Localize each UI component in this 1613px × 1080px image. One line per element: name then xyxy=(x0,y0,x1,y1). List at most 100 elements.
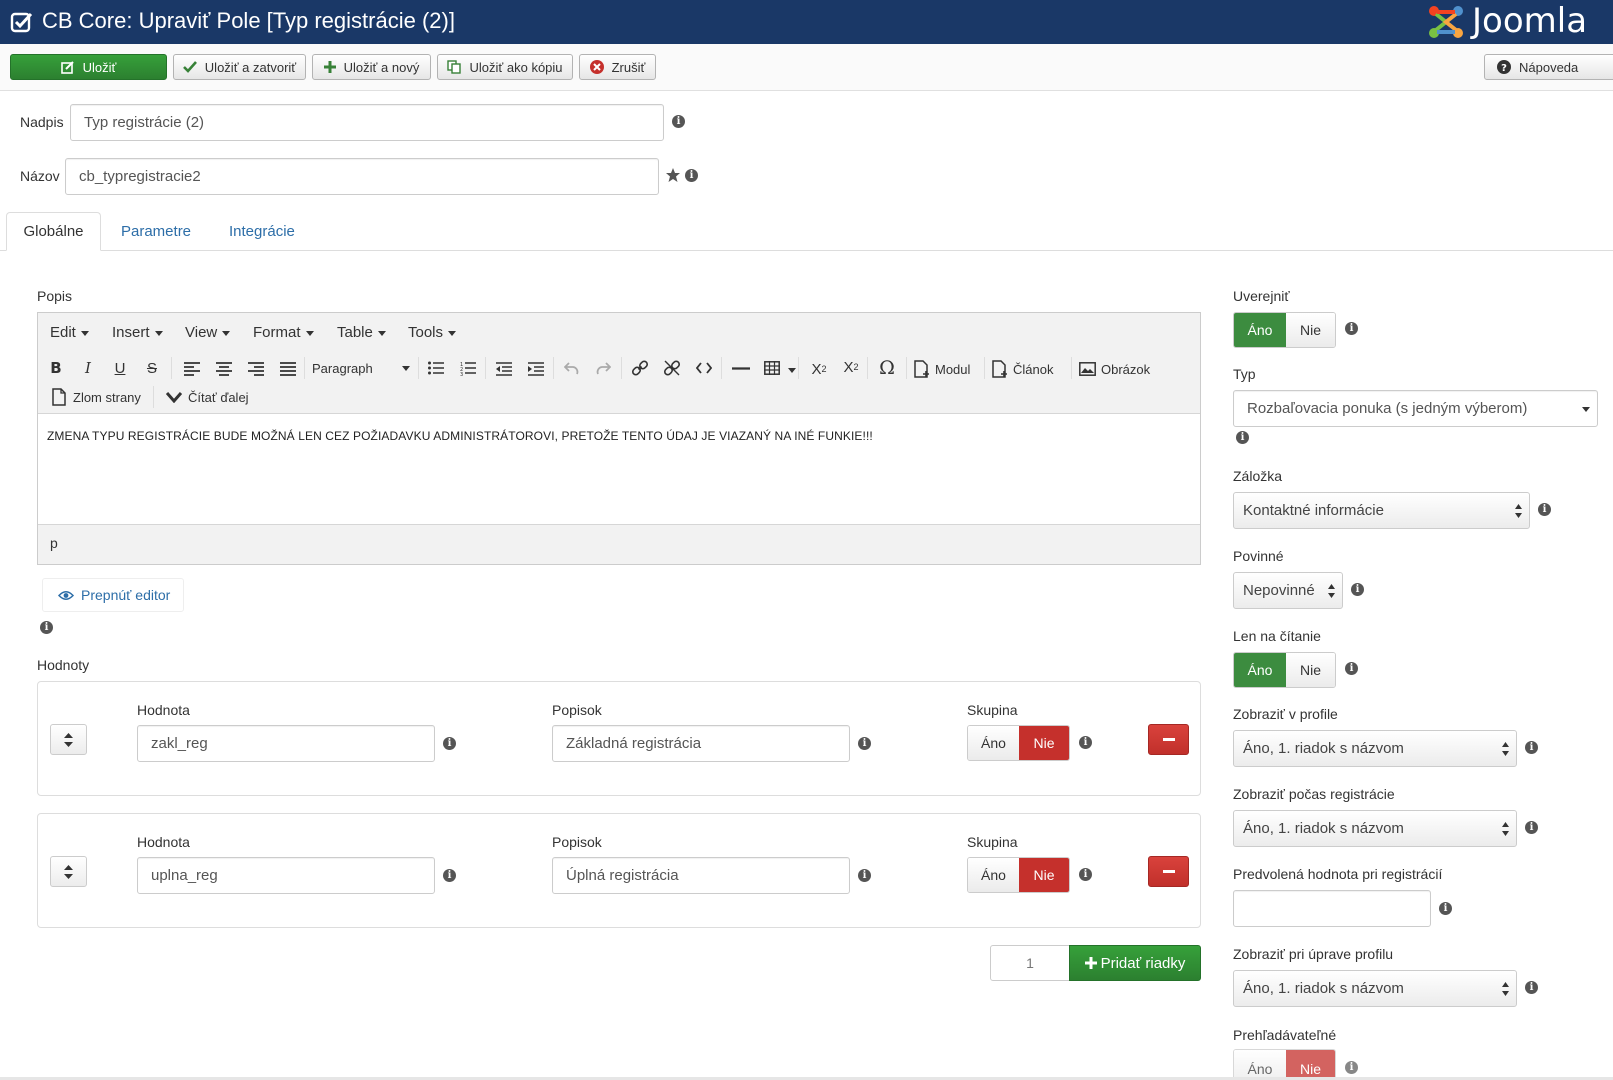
group-info-icon[interactable]: i xyxy=(1079,868,1092,881)
toolbar-separator xyxy=(418,357,419,379)
menu-view[interactable]: View xyxy=(185,324,231,341)
undo-icon[interactable] xyxy=(564,362,579,375)
searchable-yes-button[interactable]: Áno xyxy=(1234,1050,1286,1080)
readonly-yes-button[interactable]: Áno xyxy=(1234,653,1286,687)
menu-tools[interactable]: Tools xyxy=(408,324,457,341)
readonly-no-button[interactable]: Nie xyxy=(1285,653,1335,687)
name-input[interactable]: cb_typregistracie2 xyxy=(65,158,659,195)
required-info-icon[interactable]: i xyxy=(1351,583,1364,596)
insert-module-button[interactable]: Modul xyxy=(914,358,970,380)
cancel-button[interactable]: Zrušiť xyxy=(579,54,656,80)
searchable-info-icon[interactable]: i xyxy=(1345,1061,1358,1074)
show-edit-info-icon[interactable]: i xyxy=(1525,981,1538,994)
remove-row-button[interactable] xyxy=(1148,856,1189,887)
tab-integrations[interactable]: Integrácie xyxy=(229,212,295,251)
caption-info-icon[interactable]: i xyxy=(858,737,871,750)
toggle-editor-button[interactable]: Prepnúť editor xyxy=(42,578,184,612)
subscript-icon[interactable]: X2 xyxy=(808,358,830,380)
bold-icon[interactable]: B xyxy=(46,358,66,378)
table-icon[interactable] xyxy=(764,361,780,375)
group-info-icon[interactable]: i xyxy=(1079,736,1092,749)
name-info-icon[interactable]: i xyxy=(685,169,698,182)
publish-no-button[interactable]: Nie xyxy=(1285,313,1335,347)
special-character-icon[interactable]: Ω xyxy=(876,357,898,379)
horizontal-line-icon[interactable] xyxy=(732,367,750,370)
tab-info-icon[interactable]: i xyxy=(1538,503,1551,516)
tab-select[interactable]: Kontaktné informácie xyxy=(1233,492,1530,529)
editor-content-area[interactable]: ZMENA TYPU REGISTRÁCIE BUDE MOŽNÁ LEN CE… xyxy=(38,413,1200,525)
strikethrough-icon[interactable]: S xyxy=(142,358,162,378)
align-left-icon[interactable] xyxy=(184,362,200,376)
menu-insert[interactable]: Insert xyxy=(112,324,163,341)
add-rows-button[interactable]: Pridať riadky xyxy=(1069,945,1201,981)
show-profile-info-icon[interactable]: i xyxy=(1525,741,1538,754)
help-button[interactable]: ? Nápoveda xyxy=(1484,54,1613,80)
indent-icon[interactable] xyxy=(528,362,544,376)
redo-icon[interactable] xyxy=(596,362,611,375)
pagebreak-button[interactable]: Zlom strany xyxy=(52,387,141,407)
show-profile-select[interactable]: Áno, 1. riadok s názvom xyxy=(1233,730,1517,767)
link-icon[interactable] xyxy=(632,360,648,376)
underline-icon[interactable]: U xyxy=(110,358,130,378)
caption-info-icon[interactable]: i xyxy=(858,869,871,882)
editor-element-path: p xyxy=(50,535,58,551)
readonly-info-icon[interactable]: i xyxy=(1345,662,1358,675)
code-icon[interactable] xyxy=(696,362,712,374)
remove-row-button[interactable] xyxy=(1148,724,1189,755)
save-new-button[interactable]: Uložiť a nový xyxy=(312,54,431,80)
menu-edit[interactable]: Edit xyxy=(50,324,89,341)
description-info-icon[interactable]: i xyxy=(40,621,53,634)
title-input[interactable]: Typ registrácie (2) xyxy=(70,104,664,141)
insert-image-button[interactable]: Obrázok xyxy=(1079,358,1150,380)
tab-global[interactable]: Globálne xyxy=(6,212,101,251)
group-no-button[interactable]: Nie xyxy=(1018,726,1069,760)
align-center-icon[interactable] xyxy=(216,362,232,376)
align-right-icon[interactable] xyxy=(248,362,264,376)
plus-icon xyxy=(323,61,336,73)
align-justify-icon[interactable] xyxy=(280,362,296,376)
caption-input[interactable]: Základná registrácia xyxy=(552,725,850,762)
default-value-info-icon[interactable]: i xyxy=(1439,902,1452,915)
chevron-down-icon[interactable] xyxy=(788,368,796,373)
show-edit-select[interactable]: Áno, 1. riadok s názvom xyxy=(1233,970,1517,1007)
star-icon xyxy=(666,168,680,182)
paragraph-format-select[interactable]: Paragraph xyxy=(312,358,410,378)
default-value-input[interactable] xyxy=(1233,890,1431,927)
unlink-icon[interactable] xyxy=(664,360,680,376)
publish-yes-button[interactable]: Áno xyxy=(1234,313,1286,347)
value-info-icon[interactable]: i xyxy=(443,737,456,750)
value-input[interactable]: uplna_reg xyxy=(137,857,435,894)
numbered-list-icon[interactable]: 123 xyxy=(460,361,476,376)
value-input[interactable]: zakl_reg xyxy=(137,725,435,762)
italic-icon[interactable]: I xyxy=(78,358,98,378)
searchable-no-button[interactable]: Nie xyxy=(1285,1050,1335,1080)
type-select[interactable]: Rozbaľovacia ponuka (s jedným výberom) xyxy=(1233,390,1598,427)
insert-article-button[interactable]: Článok xyxy=(992,358,1053,380)
group-yes-button[interactable]: Áno xyxy=(968,858,1019,892)
chevron-down-icon xyxy=(402,366,410,371)
show-registration-info-icon[interactable]: i xyxy=(1525,821,1538,834)
drag-handle[interactable] xyxy=(50,724,87,755)
save-close-button[interactable]: Uložiť a zatvoriť xyxy=(173,54,306,80)
add-rows-count-input[interactable]: 1 xyxy=(990,945,1070,981)
type-info-icon[interactable]: i xyxy=(1236,431,1249,444)
title-info-icon[interactable]: i xyxy=(672,115,685,128)
menu-table[interactable]: Table xyxy=(337,324,386,341)
publish-info-icon[interactable]: i xyxy=(1345,322,1358,335)
bullet-list-icon[interactable] xyxy=(428,361,444,375)
group-yes-button[interactable]: Áno xyxy=(968,726,1019,760)
save-copy-button[interactable]: Uložiť ako kópiu xyxy=(437,54,573,80)
drag-handle[interactable] xyxy=(50,856,87,887)
toolbar-separator xyxy=(1071,357,1072,379)
value-info-icon[interactable]: i xyxy=(443,869,456,882)
show-registration-select[interactable]: Áno, 1. riadok s názvom xyxy=(1233,810,1517,847)
menu-format[interactable]: Format xyxy=(253,324,314,341)
save-button[interactable]: Uložiť xyxy=(10,54,167,80)
tab-parameters[interactable]: Parametre xyxy=(121,212,191,251)
group-no-button[interactable]: Nie xyxy=(1018,858,1069,892)
outdent-icon[interactable] xyxy=(496,362,512,376)
readmore-button[interactable]: Čítať ďalej xyxy=(166,387,249,407)
superscript-icon[interactable]: X2 xyxy=(840,356,862,378)
caption-input[interactable]: Úplná registrácia xyxy=(552,857,850,894)
required-select[interactable]: Nepovinné xyxy=(1233,572,1343,609)
